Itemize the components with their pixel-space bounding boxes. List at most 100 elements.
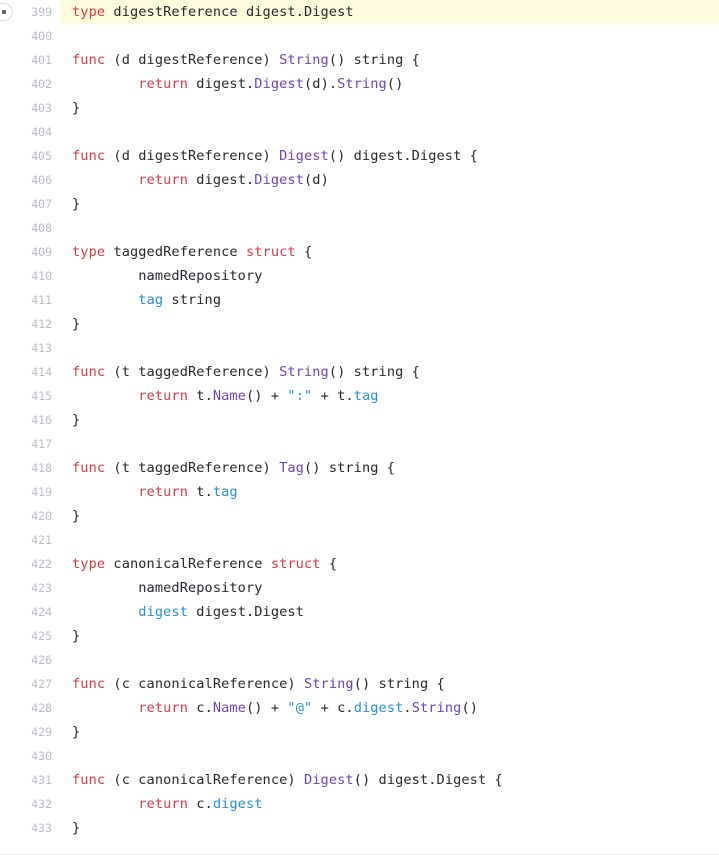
line-number[interactable]: 418: [0, 456, 60, 480]
line-number[interactable]: 421: [0, 528, 60, 552]
code-line[interactable]: 422 type canonicalReference struct {: [0, 552, 719, 576]
code-line[interactable]: 401 func (d digestReference) String() str…: [0, 48, 719, 72]
code-line-content[interactable]: func (c canonicalReference) Digest() dig…: [60, 768, 719, 792]
code-line-content[interactable]: }: [60, 816, 719, 840]
code-line-content[interactable]: [60, 528, 719, 552]
code-line[interactable]: 408: [0, 216, 719, 240]
line-number[interactable]: 417: [0, 432, 60, 456]
line-number[interactable]: 423: [0, 576, 60, 600]
line-number[interactable]: 415: [0, 384, 60, 408]
code-line-content[interactable]: namedRepository: [60, 264, 719, 288]
code-line-content[interactable]: }: [60, 96, 719, 120]
code-line-content[interactable]: func (c canonicalReference) String() str…: [60, 672, 719, 696]
code-line-content[interactable]: }: [60, 504, 719, 528]
code-line[interactable]: 420}: [0, 504, 719, 528]
code-line-content[interactable]: namedRepository: [60, 576, 719, 600]
code-line[interactable]: 431 func (c canonicalReference) Digest() …: [0, 768, 719, 792]
code-line-content[interactable]: }: [60, 624, 719, 648]
code-line-content[interactable]: }: [60, 720, 719, 744]
code-line-content[interactable]: [60, 744, 719, 768]
line-number[interactable]: 428: [0, 696, 60, 720]
line-number[interactable]: 427: [0, 672, 60, 696]
code-line[interactable]: 426: [0, 648, 719, 672]
line-number[interactable]: 430: [0, 744, 60, 768]
code-line[interactable]: 409 type taggedReference struct {: [0, 240, 719, 264]
code-line-content[interactable]: [60, 120, 719, 144]
line-number[interactable]: 426: [0, 648, 60, 672]
code-line-content[interactable]: }: [60, 408, 719, 432]
code-line-content[interactable]: }: [60, 192, 719, 216]
line-number[interactable]: 416: [0, 408, 60, 432]
code-line-content[interactable]: type taggedReference struct {: [60, 240, 719, 264]
code-line-content[interactable]: digest digest.Digest: [60, 600, 719, 624]
code-line[interactable]: 425}: [0, 624, 719, 648]
code-line[interactable]: 417: [0, 432, 719, 456]
code-line[interactable]: 414 func (t taggedReference) String() str…: [0, 360, 719, 384]
line-number[interactable]: 413: [0, 336, 60, 360]
code-line[interactable]: 423 namedRepository: [0, 576, 719, 600]
code-line[interactable]: 418 func (t taggedReference) Tag() string…: [0, 456, 719, 480]
line-number[interactable]: 402: [0, 72, 60, 96]
code-line[interactable]: 406 return digest.Digest(d): [0, 168, 719, 192]
line-number[interactable]: 414: [0, 360, 60, 384]
code-line-content[interactable]: func (t taggedReference) String() string…: [60, 360, 719, 384]
line-number[interactable]: 424: [0, 600, 60, 624]
code-line-content[interactable]: tag string: [60, 288, 719, 312]
line-number[interactable]: 408: [0, 216, 60, 240]
code-line-content[interactable]: func (d digestReference) String() string…: [60, 48, 719, 72]
line-number[interactable]: 409: [0, 240, 60, 264]
line-number[interactable]: 431: [0, 768, 60, 792]
line-number[interactable]: 433: [0, 816, 60, 840]
code-line[interactable]: 400: [0, 24, 719, 48]
code-line[interactable]: 428 return c.Name() + "@" + c.digest.Str…: [0, 696, 719, 720]
code-line-content[interactable]: [60, 432, 719, 456]
code-line-content[interactable]: return c.digest: [60, 792, 719, 816]
line-number[interactable]: 406: [0, 168, 60, 192]
code-line-content[interactable]: type digestReference digest.Digest: [60, 0, 719, 24]
line-number[interactable]: 404: [0, 120, 60, 144]
code-line[interactable]: 416}: [0, 408, 719, 432]
line-number[interactable]: 407: [0, 192, 60, 216]
line-number[interactable]: 411: [0, 288, 60, 312]
line-number[interactable]: 405: [0, 144, 60, 168]
code-line[interactable]: 411 tag string: [0, 288, 719, 312]
line-number[interactable]: 403: [0, 96, 60, 120]
line-number[interactable]: 412: [0, 312, 60, 336]
code-line[interactable]: 424 digest digest.Digest: [0, 600, 719, 624]
code-line[interactable]: 415 return t.Name() + ":" + t.tag: [0, 384, 719, 408]
code-line-content[interactable]: return digest.Digest(d).String(): [60, 72, 719, 96]
code-line[interactable]: 399 type digestReference digest.Digest: [0, 0, 719, 24]
code-line[interactable]: 412}: [0, 312, 719, 336]
code-line[interactable]: 433}: [0, 816, 719, 840]
line-number[interactable]: 399: [0, 0, 60, 24]
code-line-content[interactable]: type canonicalReference struct {: [60, 552, 719, 576]
code-line-content[interactable]: return t.Name() + ":" + t.tag: [60, 384, 719, 408]
code-line-content[interactable]: [60, 648, 719, 672]
code-line-content[interactable]: return c.Name() + "@" + c.digest.String(…: [60, 696, 719, 720]
code-line-content[interactable]: [60, 216, 719, 240]
line-number[interactable]: 429: [0, 720, 60, 744]
code-line[interactable]: 429}: [0, 720, 719, 744]
code-line[interactable]: 410 namedRepository: [0, 264, 719, 288]
line-number[interactable]: 432: [0, 792, 60, 816]
code-line-content[interactable]: [60, 336, 719, 360]
line-number[interactable]: 401: [0, 48, 60, 72]
code-line[interactable]: 432 return c.digest: [0, 792, 719, 816]
code-line[interactable]: 403}: [0, 96, 719, 120]
code-line[interactable]: 419 return t.tag: [0, 480, 719, 504]
code-line[interactable]: 421: [0, 528, 719, 552]
code-line[interactable]: 413: [0, 336, 719, 360]
code-line[interactable]: 404: [0, 120, 719, 144]
code-line[interactable]: 430: [0, 744, 719, 768]
line-number[interactable]: 425: [0, 624, 60, 648]
line-number[interactable]: 410: [0, 264, 60, 288]
code-line-content[interactable]: [60, 24, 719, 48]
code-line[interactable]: 427 func (c canonicalReference) String() …: [0, 672, 719, 696]
code-viewer[interactable]: 399 type digestReference digest.Digest 400…: [0, 0, 719, 855]
code-line-content[interactable]: }: [60, 312, 719, 336]
line-number[interactable]: 422: [0, 552, 60, 576]
line-number[interactable]: 419: [0, 480, 60, 504]
code-line[interactable]: 402 return digest.Digest(d).String(): [0, 72, 719, 96]
breakpoint-marker-icon[interactable]: [0, 3, 13, 21]
code-line-content[interactable]: return t.tag: [60, 480, 719, 504]
